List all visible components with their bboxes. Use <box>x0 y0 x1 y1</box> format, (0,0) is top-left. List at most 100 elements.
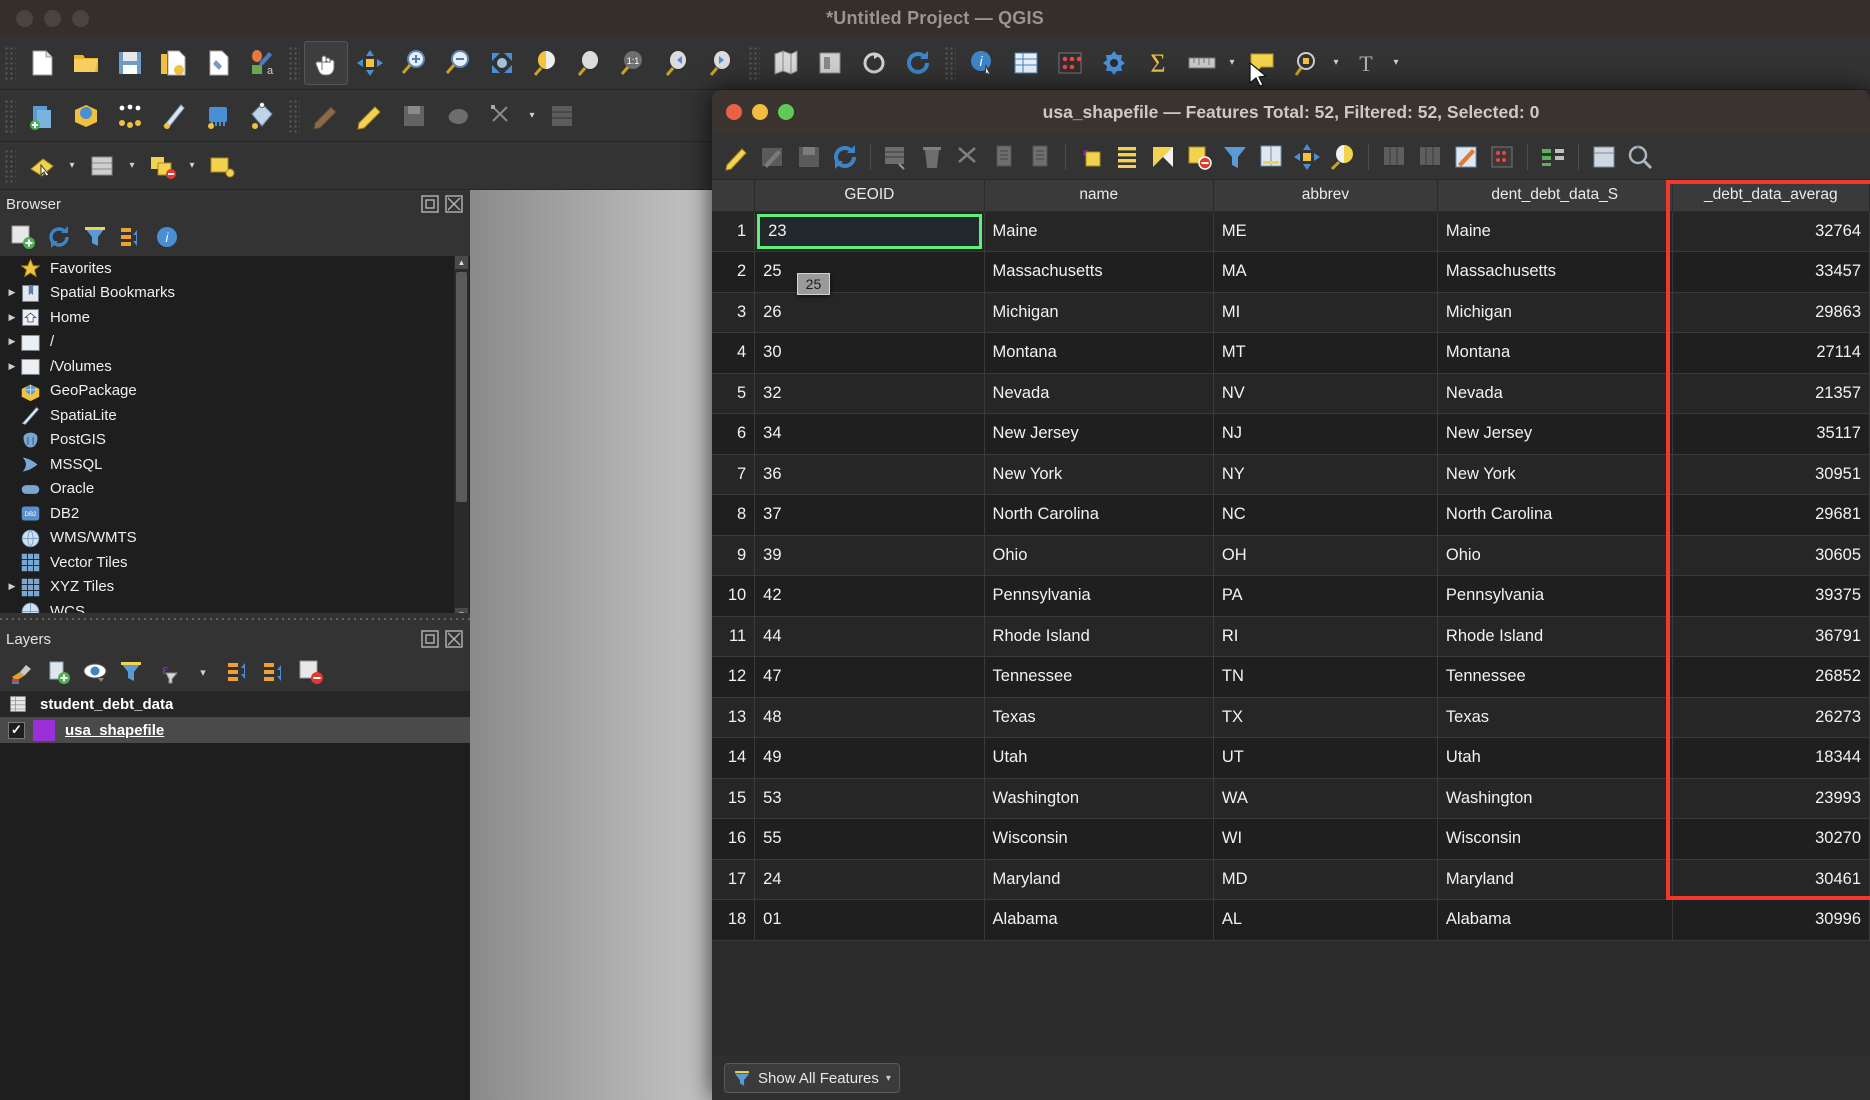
reload-icon[interactable] <box>896 41 940 85</box>
cell-geoid[interactable]: 36 <box>754 454 985 495</box>
cell-abbrev[interactable]: PA <box>1213 575 1438 617</box>
close-panel-icon[interactable] <box>444 629 464 649</box>
text-annotation-icon[interactable]: T <box>1344 41 1388 85</box>
cell-student-debt-state[interactable]: New Jersey <box>1437 413 1673 455</box>
conditional-formatting-icon[interactable] <box>1485 140 1519 174</box>
toolbar-grip[interactable] <box>4 45 16 80</box>
row-number[interactable]: 9 <box>712 535 756 576</box>
pan-to-selected-icon[interactable] <box>1290 140 1324 174</box>
cell-student-debt-state[interactable]: Utah <box>1437 737 1673 779</box>
digitize-shape-icon[interactable] <box>436 94 480 138</box>
sum-icon[interactable]: Σ <box>1136 41 1180 85</box>
row-number[interactable]: 3 <box>712 292 756 333</box>
pan-to-selection-icon[interactable] <box>348 41 392 85</box>
attribute-table-body[interactable]: 1 23 Maine ME Maine 32764 2 25 Massachusetts MA Ma… <box>712 211 1870 941</box>
layer-visibility-checkbox[interactable]: ✓ <box>8 721 25 739</box>
attribute-table[interactable]: GEOID name abbrev dent_debt_data_S _debt… <box>712 180 1870 941</box>
cell-student-debt-state[interactable]: Massachusetts <box>1437 251 1673 293</box>
collapse-all-icon[interactable] <box>118 224 144 250</box>
cell-geoid[interactable]: 42 <box>754 575 985 617</box>
cell-name[interactable]: Pennsylvania <box>984 575 1214 617</box>
toolbar-grip[interactable] <box>4 148 16 183</box>
chevron-right-icon[interactable]: ▶ <box>4 361 20 372</box>
annotations-icon[interactable] <box>1284 41 1328 85</box>
remove-layer-icon[interactable] <box>298 659 324 685</box>
zoom-in-icon[interactable] <box>392 41 436 85</box>
browser-item-favorites[interactable]: Favorites <box>0 256 470 281</box>
browser-item-postgis[interactable]: PostGIS <box>0 428 470 453</box>
cell-student-debt-state[interactable]: Rhode Island <box>1437 616 1673 657</box>
cell-student-debt-state[interactable]: Montana <box>1437 332 1673 374</box>
deselect-features-icon[interactable] <box>140 144 184 188</box>
cell-geoid[interactable]: 34 <box>754 413 985 455</box>
add-group-icon[interactable] <box>46 659 72 685</box>
table-row[interactable]: 1 23 Maine ME Maine 32764 <box>712 211 1870 252</box>
cell-geoid[interactable]: 26 <box>754 292 985 333</box>
cell-geoid[interactable]: 47 <box>754 656 985 698</box>
deselect-all-icon[interactable] <box>1182 140 1216 174</box>
refresh-icon[interactable] <box>852 41 896 85</box>
chevron-down-icon[interactable]: ▾ <box>190 659 216 685</box>
row-number[interactable]: 6 <box>712 413 756 455</box>
close-panel-icon[interactable] <box>444 194 464 214</box>
table-row[interactable]: 8 37 North Carolina NC North Carolina 29681 <box>712 494 1870 536</box>
zoom-full-icon[interactable] <box>480 41 524 85</box>
table-row[interactable]: 7 36 New York NY New York 30951 <box>712 454 1870 495</box>
cell-name[interactable]: Nevada <box>984 373 1214 414</box>
add-postgis-icon[interactable] <box>196 94 240 138</box>
add-spatialite-icon[interactable] <box>152 94 196 138</box>
table-row[interactable]: 4 30 Montana MT Montana 27114 <box>712 332 1870 374</box>
toggle-editing-pencil-icon[interactable] <box>720 140 754 174</box>
add-vector-layer-icon[interactable] <box>64 94 108 138</box>
cell-student-debt-state[interactable]: New York <box>1437 454 1673 495</box>
table-row[interactable]: 12 47 Tennessee TN Tennessee 26852 <box>712 656 1870 698</box>
table-row[interactable]: 2 25 Massachusetts MA Massachusetts 33457 <box>712 251 1870 293</box>
cell-name[interactable]: Massachusetts <box>984 251 1214 293</box>
cell-debt-average[interactable]: 30951 <box>1672 454 1870 495</box>
zoom-selection-icon[interactable] <box>524 41 568 85</box>
identify-features-icon[interactable]: i <box>960 41 1004 85</box>
cell-geoid[interactable]: 55 <box>754 818 985 860</box>
pan-map-icon[interactable] <box>304 40 348 85</box>
cut-features-icon[interactable] <box>951 140 985 174</box>
browser-item-oracle[interactable]: Oracle <box>0 477 470 502</box>
cell-student-debt-state[interactable]: North Carolina <box>1437 494 1673 536</box>
cell-name[interactable]: Texas <box>984 697 1214 738</box>
layout-manager-icon[interactable]: a <box>240 41 284 85</box>
table-row[interactable]: 13 48 Texas TX Texas 26273 <box>712 697 1870 738</box>
chevron-down-icon[interactable]: ▾ <box>1224 41 1240 85</box>
browser-item-volumes[interactable]: ▶ /Volumes <box>0 354 470 379</box>
save-edits-icon[interactable] <box>792 140 826 174</box>
cell-debt-average[interactable]: 30461 <box>1672 859 1870 900</box>
browser-item-spatial-bookmarks[interactable]: ▶ Spatial Bookmarks <box>0 281 470 306</box>
table-row[interactable]: 6 34 New Jersey NJ New Jersey 35117 <box>712 413 1870 455</box>
cell-geoid[interactable]: 24 <box>754 859 985 900</box>
cell-student-debt-state[interactable]: Alabama <box>1437 899 1673 941</box>
cell-debt-average[interactable]: 23993 <box>1672 778 1870 819</box>
new-field-icon[interactable] <box>1377 140 1411 174</box>
add-delimited-text-icon[interactable] <box>108 94 152 138</box>
column-header-debt-data-average[interactable]: _debt_data_averag <box>1672 180 1870 212</box>
cell-abbrev[interactable]: AL <box>1213 899 1438 941</box>
cell-abbrev[interactable]: MI <box>1213 292 1438 333</box>
filter-legend-icon[interactable] <box>118 659 144 685</box>
column-header-abbrev[interactable]: abbrev <box>1213 180 1438 212</box>
cell-geoid[interactable]: 25 <box>754 251 985 293</box>
chevron-right-icon[interactable]: ▶ <box>4 312 20 323</box>
browser-item-vector-tiles[interactable]: Vector Tiles <box>0 550 470 575</box>
table-row[interactable]: 3 26 Michigan MI Michigan 29863 <box>712 292 1870 333</box>
cell-name[interactable]: Tennessee <box>984 656 1214 698</box>
layer-item-usa-shapefile[interactable]: ✓ usa_shapefile <box>0 717 470 743</box>
column-header-geoid[interactable]: GEOID <box>754 180 985 212</box>
row-number[interactable]: 1 <box>712 211 756 252</box>
browser-tree[interactable]: Favorites ▶ Spatial Bookmarks ▶ Home ▶ / ▶/Volu… <box>0 256 470 621</box>
chevron-right-icon[interactable]: ▶ <box>4 336 20 347</box>
zoom-out-icon[interactable] <box>436 41 480 85</box>
cell-name[interactable]: Michigan <box>984 292 1214 333</box>
select-all-icon[interactable] <box>1110 140 1144 174</box>
zoom-layer-icon[interactable] <box>568 41 612 85</box>
new-project-icon[interactable] <box>20 41 64 85</box>
filter-expression-icon[interactable] <box>1218 140 1252 174</box>
row-number[interactable]: 13 <box>712 697 756 738</box>
browser-item-geopackage[interactable]: GeoPackage <box>0 379 470 404</box>
